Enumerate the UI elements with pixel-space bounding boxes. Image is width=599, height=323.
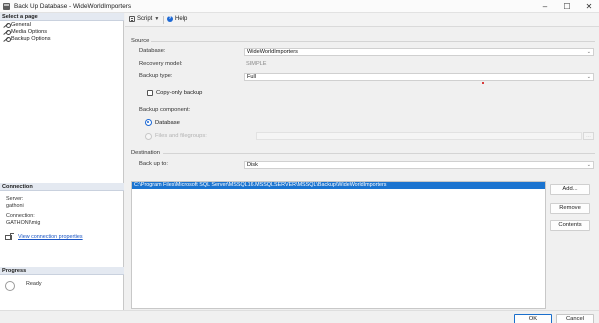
help-label: Help [175, 16, 188, 22]
backup-type-label: Backup type: [139, 73, 173, 79]
page-item-label: Media Options [11, 29, 48, 35]
ok-button[interactable]: OK [514, 314, 552, 323]
server-value: gathoni [6, 203, 24, 209]
progress-header: Progress [0, 267, 124, 275]
database-radio[interactable] [145, 119, 152, 126]
chevron-down-icon: ⌄ [586, 162, 591, 168]
minimize-button[interactable]: – [536, 1, 554, 12]
page-item-general[interactable]: General [3, 22, 31, 28]
title-bar: Back Up Database - WideWorldImporters – … [0, 0, 599, 13]
destination-section-label: Destination [131, 150, 161, 156]
connection-header: Connection [0, 183, 124, 191]
left-panel: Select a page General Media Options Back… [0, 13, 124, 310]
view-connection-properties-link[interactable]: View connection properties [18, 234, 83, 240]
window-title: Back Up Database - WideWorldImporters [14, 3, 132, 10]
backup-type-select[interactable]: Full ⌄ [244, 73, 594, 81]
files-filegroups-input[interactable] [256, 132, 582, 140]
recovery-model-label: Recovery model: [139, 61, 183, 67]
page-item-backup-options[interactable]: Backup Options [3, 36, 51, 42]
backup-destination-list[interactable]: C:\Program Files\Microsoft SQL Server\MS… [131, 181, 546, 309]
wrench-icon [3, 22, 11, 28]
backup-type-value: Full [247, 74, 257, 80]
database-value: WideWorldImporters [247, 49, 298, 55]
database-label: Database: [139, 48, 166, 54]
connection-properties-icon [5, 233, 14, 240]
toolbar: Script ▼ ? Help [125, 13, 599, 27]
dialog-footer: OK Cancel [0, 310, 599, 323]
toolbar-separator [163, 16, 164, 24]
browse-button[interactable]: … [583, 132, 594, 140]
section-divider [151, 41, 595, 42]
server-label: Server: [6, 196, 24, 202]
database-select[interactable]: WideWorldImporters ⌄ [244, 48, 594, 56]
cancel-button[interactable]: Cancel [556, 314, 594, 323]
help-icon: ? [167, 16, 173, 22]
maximize-button[interactable]: ☐ [558, 1, 576, 12]
page-item-media-options[interactable]: Media Options [3, 29, 47, 35]
page-item-label: Backup Options [11, 36, 51, 42]
main-content: Source Database: WideWorldImporters ⌄ Re… [125, 27, 599, 310]
help-button[interactable]: ? Help [167, 16, 187, 22]
page-item-label: General [11, 22, 31, 28]
close-button[interactable]: ✕ [580, 1, 598, 12]
chevron-down-icon: ⌄ [586, 74, 591, 80]
connection-label: Connection: [6, 213, 35, 219]
database-radio-label: Database [155, 120, 180, 126]
script-icon [129, 16, 135, 22]
wrench-icon [3, 29, 11, 35]
script-dropdown-button[interactable]: Script ▼ [129, 16, 159, 22]
back-up-to-select[interactable]: Disk ⌄ [244, 161, 594, 169]
progress-spinner-icon [5, 281, 15, 291]
source-section-label: Source [131, 38, 150, 44]
chevron-down-icon: ▼ [154, 16, 160, 22]
connection-value: GATHONI\mig [6, 220, 41, 226]
backup-component-label: Backup component: [139, 107, 191, 113]
wrench-icon [3, 36, 11, 42]
add-button[interactable]: Add... [550, 184, 590, 195]
back-up-to-label: Back up to: [139, 161, 169, 167]
chevron-down-icon: ⌄ [586, 49, 591, 55]
select-page-header: Select a page [0, 13, 124, 21]
files-filegroups-radio[interactable] [145, 133, 152, 140]
files-filegroups-label: Files and filegroups: [155, 133, 207, 139]
progress-status: Ready [26, 281, 42, 287]
cursor-marker [482, 82, 484, 84]
section-divider [163, 153, 595, 154]
script-label: Script [137, 16, 153, 22]
recovery-model-value: SIMPLE [246, 61, 267, 67]
list-item[interactable]: C:\Program Files\Microsoft SQL Server\MS… [132, 182, 545, 189]
remove-button[interactable]: Remove [550, 203, 590, 214]
database-backup-icon [3, 3, 10, 10]
back-up-to-value: Disk [247, 162, 258, 168]
contents-button[interactable]: Contents [550, 220, 590, 231]
copy-only-label: Copy-only backup [156, 90, 203, 96]
copy-only-checkbox[interactable] [147, 90, 153, 96]
